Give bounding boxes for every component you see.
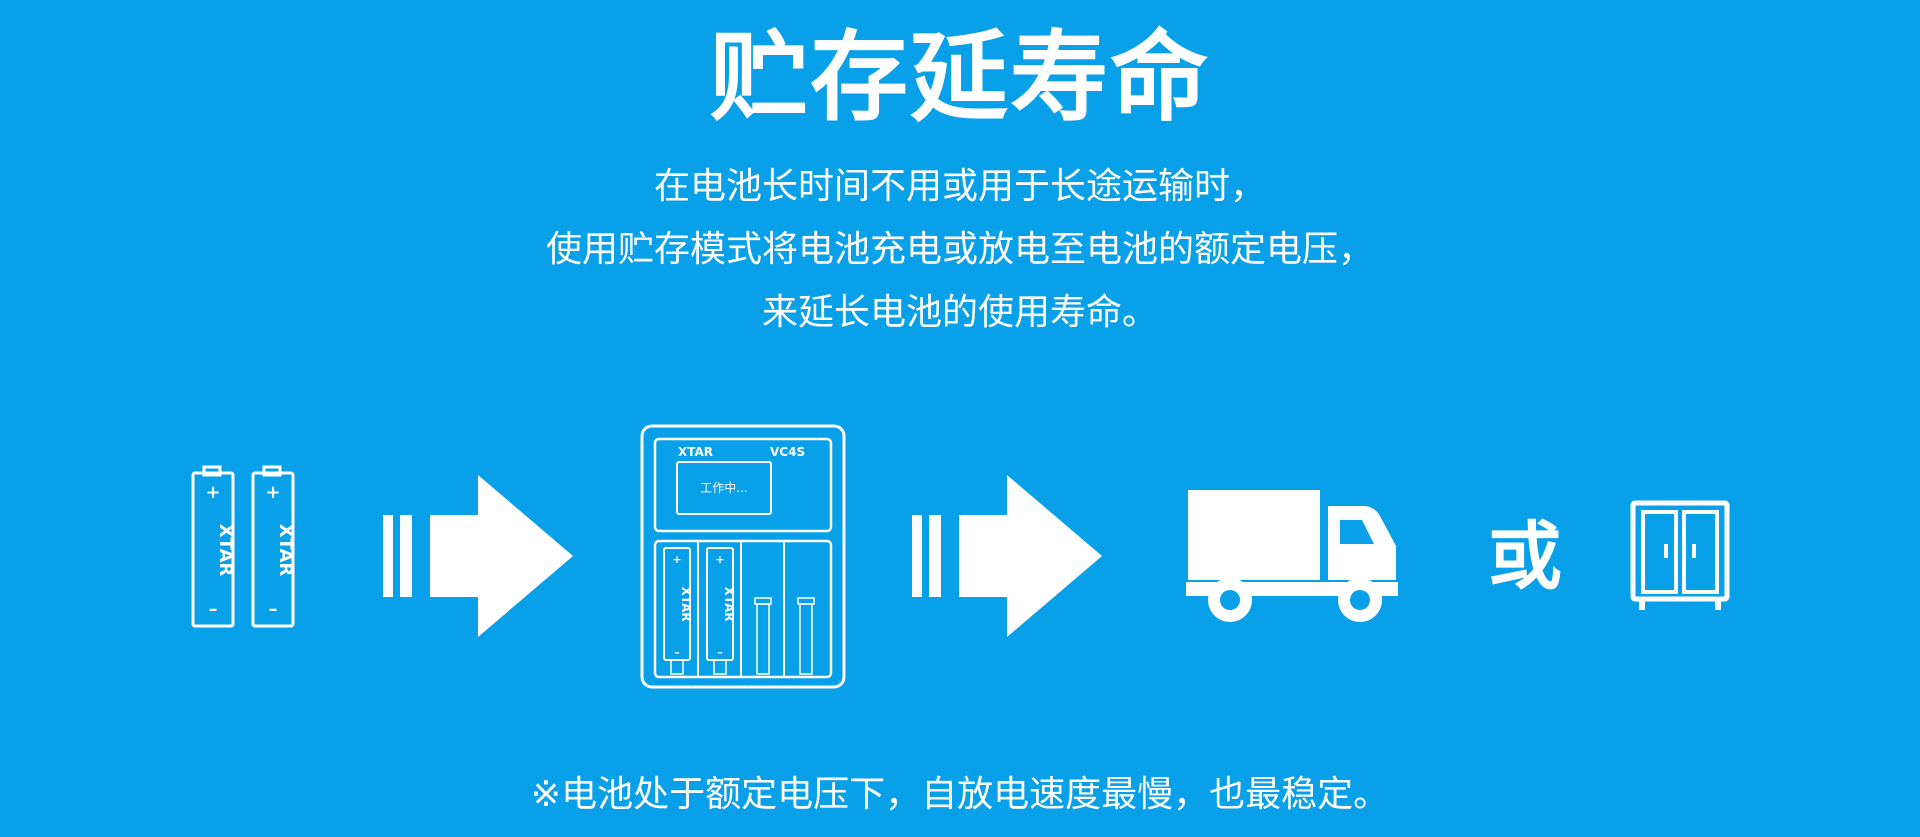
description-line-2: 使用贮存模式将电池充电或放电至电池的额定电压， bbox=[545, 229, 1374, 270]
charger-model-label: VC4S bbox=[770, 445, 805, 459]
cabinet-icon bbox=[1630, 500, 1730, 610]
battery-icon: + XTAR – bbox=[191, 465, 236, 628]
arrow-right-icon bbox=[912, 475, 1102, 637]
charger-battery-icon: + XTAR – bbox=[706, 547, 736, 675]
description-line-1: 在电池长时间不用或用于长途运输时， bbox=[653, 166, 1266, 207]
charger-battery-plus: + bbox=[715, 553, 724, 566]
charger-battery-minus: – bbox=[674, 646, 680, 659]
description-line-3: 来延长电池的使用寿命。 bbox=[761, 292, 1158, 333]
battery-plus-label: + bbox=[205, 482, 220, 503]
page-title: 贮存延寿命 bbox=[709, 21, 1210, 135]
battery-brand-label: XTAR bbox=[215, 524, 236, 577]
charger-battery-minus: – bbox=[717, 646, 723, 659]
charger-contact-icon bbox=[797, 597, 815, 675]
battery-minus-label: – bbox=[209, 599, 218, 620]
battery-plus-label: + bbox=[265, 482, 280, 503]
charger-battery-icon: + XTAR – bbox=[663, 547, 693, 675]
battery-brand-label: XTAR bbox=[275, 524, 296, 577]
battery-minus-label: – bbox=[269, 599, 278, 620]
charger-contact-icon bbox=[754, 597, 772, 675]
batteries-illustration: + XTAR – + XTAR – bbox=[191, 465, 296, 628]
charger-icon: XTAR VC4S 工作中... + XTAR – + XTAR – bbox=[640, 424, 846, 689]
truck-icon bbox=[1186, 490, 1398, 622]
or-label: 或 bbox=[1488, 514, 1562, 600]
description: 在电池长时间不用或用于长途运输时， 使用贮存模式将电池充电或放电至电池的额定电压… bbox=[0, 155, 1920, 344]
arrow-right-icon bbox=[383, 475, 573, 637]
charger-status-label: 工作中... bbox=[700, 480, 747, 495]
charger-battery-brand: XTAR bbox=[722, 586, 736, 621]
charger-battery-brand: XTAR bbox=[679, 586, 693, 621]
battery-icon: + XTAR – bbox=[251, 465, 296, 628]
charger-battery-plus: + bbox=[672, 553, 681, 566]
charger-brand-label: XTAR bbox=[678, 445, 713, 459]
footnote: ※电池处于额定电压下，自放电速度最慢，也最稳定。 bbox=[530, 774, 1390, 815]
